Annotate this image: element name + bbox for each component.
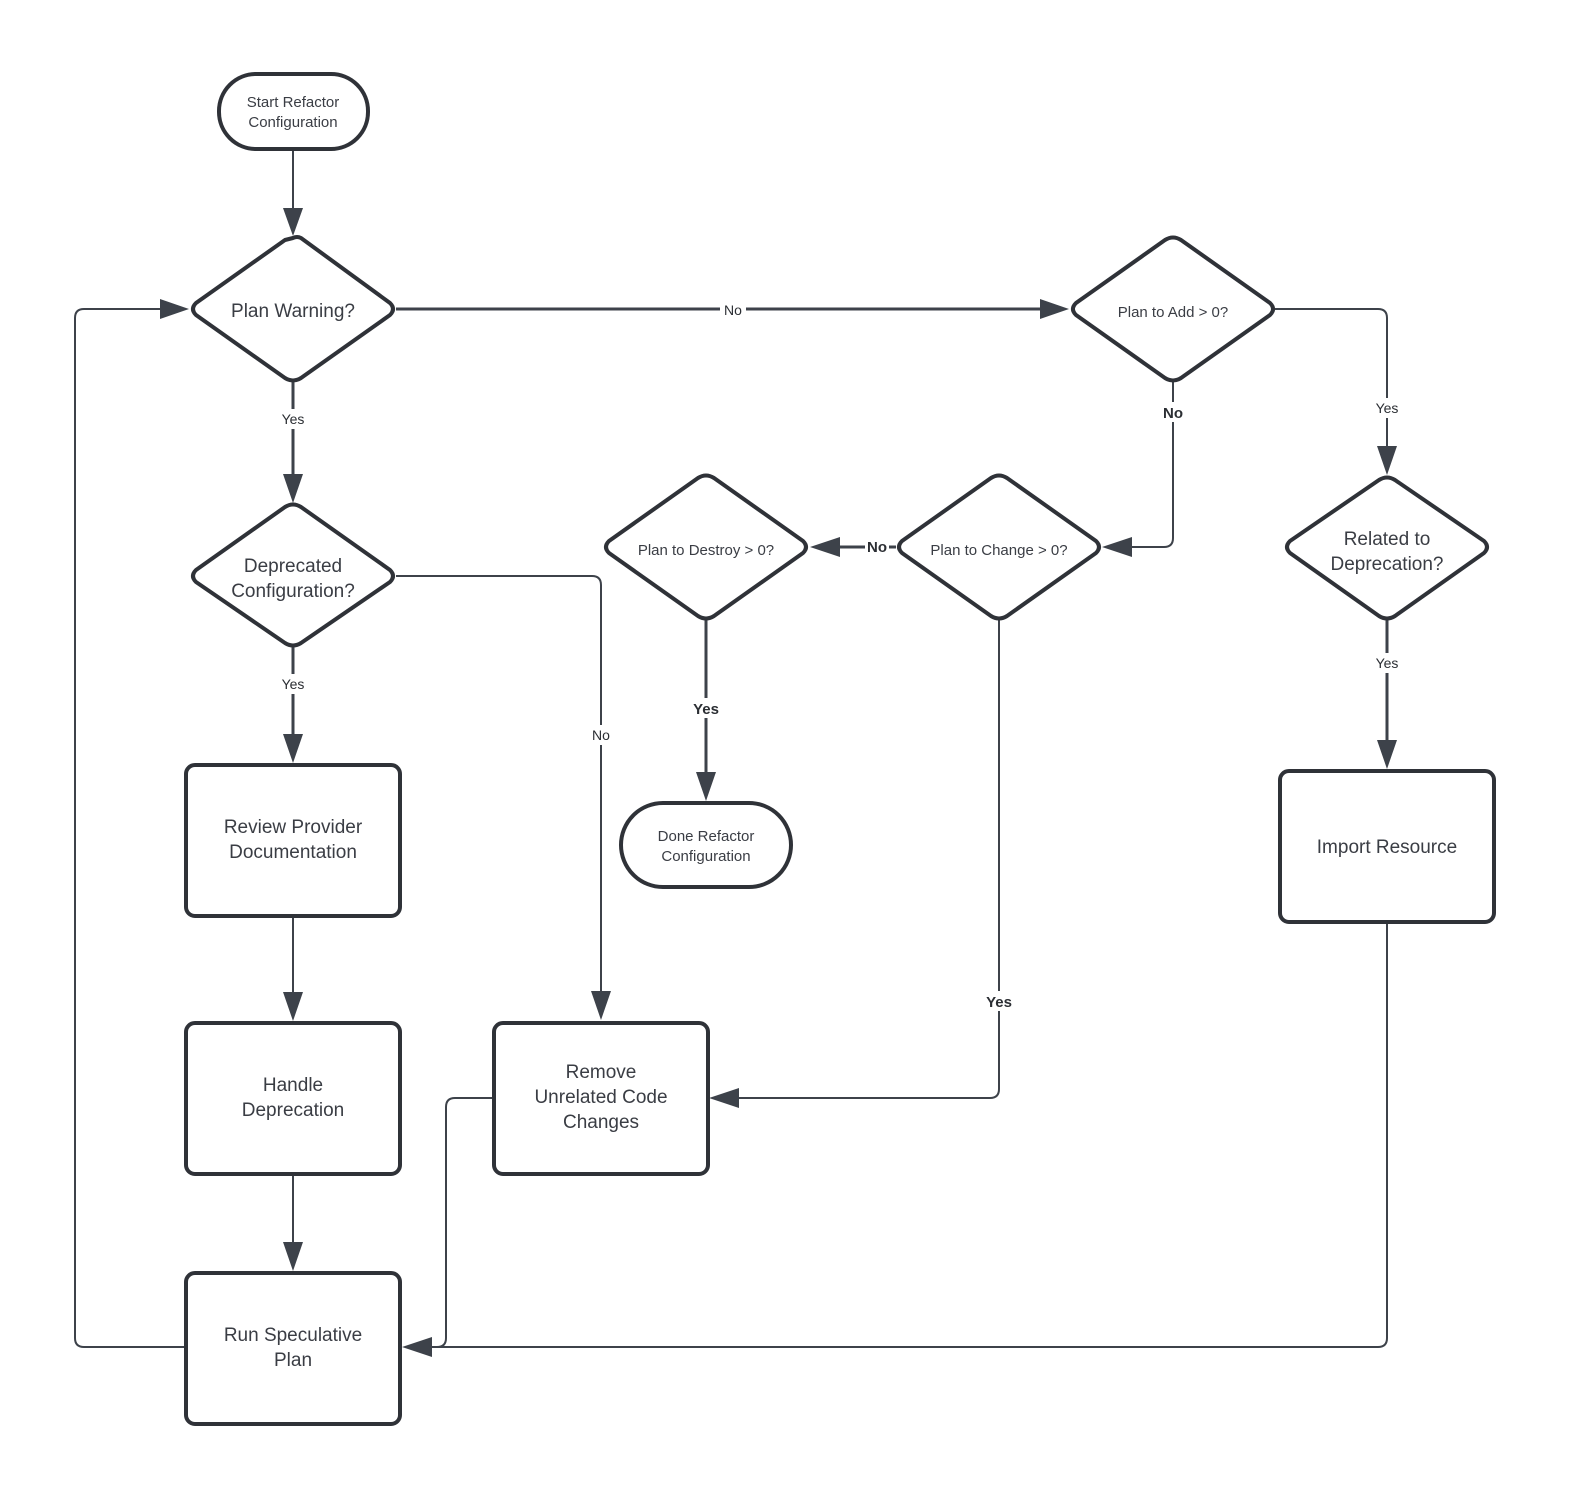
svg-text:Done Refactor: Done Refactor	[658, 828, 755, 845]
svg-text:Remove: Remove	[566, 1062, 637, 1083]
svg-text:Yes: Yes	[986, 994, 1012, 1011]
svg-text:Yes: Yes	[282, 676, 305, 692]
arrowhead-icon	[283, 208, 303, 236]
svg-text:No: No	[592, 727, 610, 743]
node-handle-deprecation[interactable]: Handle Deprecation	[184, 1021, 402, 1176]
svg-text:Configuration: Configuration	[248, 114, 337, 131]
arrowhead-icon	[1040, 299, 1069, 319]
label-deprecated-no: No	[588, 725, 614, 745]
node-plan-change[interactable]: Plan to Change > 0?	[897, 473, 1101, 621]
svg-text:No: No	[867, 539, 887, 556]
node-run-plan[interactable]: Run Speculative Plan	[184, 1271, 402, 1426]
svg-text:Deprecation: Deprecation	[242, 1100, 344, 1121]
arrowhead-icon	[591, 991, 611, 1020]
edge-deprecated-no[interactable]	[396, 575, 602, 995]
label-plan-warning-no: No	[720, 300, 746, 318]
edge-plan-add-yes[interactable]	[1275, 308, 1388, 450]
arrowhead-icon	[402, 1337, 432, 1357]
svg-text:Run Speculative: Run Speculative	[224, 1325, 362, 1346]
svg-text:Configuration: Configuration	[661, 848, 750, 865]
svg-text:Deprecated: Deprecated	[244, 556, 342, 577]
nodes: Start Refactor Configuration Plan Warnin…	[184, 72, 1496, 1426]
node-related-deprecation[interactable]: Related to Deprecation?	[1285, 475, 1489, 621]
arrowhead-icon	[696, 772, 716, 801]
label-plan-add-no: No	[1160, 402, 1186, 422]
svg-text:Plan to Change > 0?: Plan to Change > 0?	[930, 542, 1067, 559]
svg-text:Yes: Yes	[693, 701, 719, 718]
flowchart-canvas: Yes No Yes No No Yes No Yes Yes Yes Star…	[74, 72, 1496, 1426]
label-plan-change-yes: Yes	[983, 991, 1015, 1011]
svg-text:Start Refactor: Start Refactor	[247, 94, 340, 111]
svg-text:Plan: Plan	[274, 1350, 312, 1371]
svg-text:Import Resource: Import Resource	[1317, 837, 1457, 858]
node-plan-add[interactable]: Plan to Add > 0?	[1071, 235, 1275, 383]
label-plan-change-no: No	[865, 537, 889, 556]
svg-text:Review Provider: Review Provider	[224, 817, 363, 838]
label-related-yes: Yes	[1370, 653, 1404, 673]
arrowhead-icon	[1377, 446, 1397, 475]
arrowhead-icon	[1377, 740, 1397, 769]
node-deprecated-config[interactable]: Deprecated Configuration?	[191, 502, 395, 648]
arrowhead-icon	[709, 1088, 739, 1108]
arrowhead-icon	[283, 474, 303, 503]
svg-text:Changes: Changes	[563, 1112, 639, 1133]
process-shape	[184, 1271, 402, 1426]
node-review-docs[interactable]: Review Provider Documentation	[184, 763, 402, 918]
node-import-resource[interactable]: Import Resource	[1278, 769, 1496, 924]
label-plan-destroy-yes: Yes	[690, 698, 722, 718]
edge-run-to-plan-warning[interactable]	[74, 308, 185, 1348]
node-plan-destroy[interactable]: Plan to Destroy > 0?	[604, 473, 808, 621]
arrowhead-icon	[160, 299, 189, 319]
svg-text:Yes: Yes	[282, 411, 305, 427]
svg-text:Plan to Destroy > 0?: Plan to Destroy > 0?	[638, 542, 774, 559]
svg-text:Handle: Handle	[263, 1075, 323, 1096]
process-shape	[184, 763, 402, 918]
label-plan-add-yes: Yes	[1370, 398, 1404, 418]
svg-text:Deprecation?: Deprecation?	[1330, 554, 1443, 575]
process-shape	[184, 1021, 402, 1176]
edge-remove-to-run[interactable]	[428, 1097, 493, 1348]
svg-text:Configuration?: Configuration?	[231, 581, 355, 602]
svg-text:Related to: Related to	[1344, 529, 1431, 550]
terminator-shape	[619, 801, 793, 889]
svg-text:Unrelated Code: Unrelated Code	[534, 1087, 667, 1108]
node-plan-warning[interactable]: Plan Warning?	[191, 235, 395, 383]
svg-text:Plan to Add > 0?: Plan to Add > 0?	[1118, 304, 1229, 321]
svg-text:No: No	[1163, 405, 1183, 422]
svg-text:Yes: Yes	[1376, 655, 1399, 671]
edge-labels: Yes No Yes No No Yes No Yes Yes Yes	[276, 300, 1404, 1011]
svg-text:Yes: Yes	[1376, 400, 1399, 416]
arrowhead-icon	[283, 1242, 303, 1271]
label-plan-warning-yes: Yes	[276, 409, 310, 429]
node-start[interactable]: Start Refactor Configuration	[217, 72, 370, 151]
arrowhead-icon	[810, 537, 840, 557]
label-deprecated-yes: Yes	[276, 674, 310, 694]
arrowhead-icon	[1102, 537, 1132, 557]
terminator-shape	[217, 72, 370, 151]
svg-text:No: No	[724, 302, 742, 318]
node-done[interactable]: Done Refactor Configuration	[619, 801, 793, 889]
arrowhead-icon	[283, 734, 303, 763]
node-remove-unrelated[interactable]: Remove Unrelated Code Changes	[492, 1021, 710, 1176]
arrowhead-icon	[283, 992, 303, 1021]
svg-text:Documentation: Documentation	[229, 842, 357, 863]
svg-text:Plan Warning?: Plan Warning?	[231, 301, 355, 322]
